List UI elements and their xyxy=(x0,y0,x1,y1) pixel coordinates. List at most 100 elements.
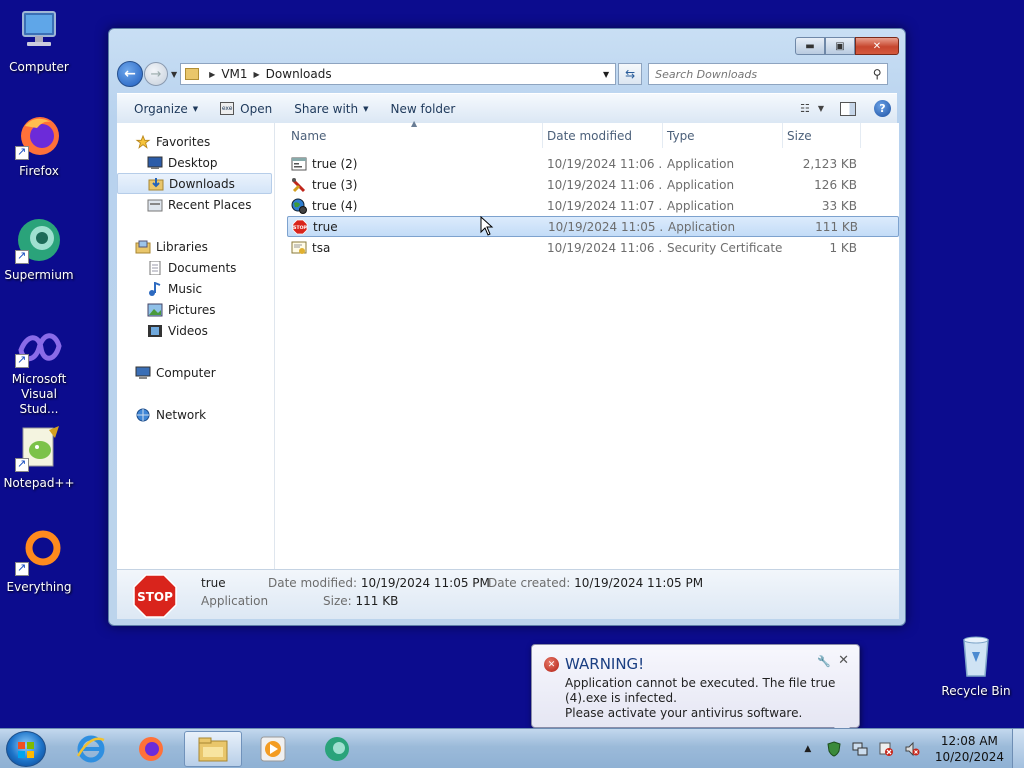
search-box[interactable]: ⚲ xyxy=(648,63,889,85)
recent-pages-dropdown[interactable]: ▼ xyxy=(171,70,177,79)
details-date-created: Date created: 10/19/2024 11:05 PM xyxy=(488,576,703,590)
star-icon xyxy=(135,134,151,149)
address-row: ← → ▼ ▶ VM1 ▶ Downloads ▼ ⇆ ⚲ xyxy=(117,61,897,87)
firefox-icon xyxy=(139,737,163,761)
column-header-date[interactable]: Date modified xyxy=(543,123,663,148)
mouse-cursor-icon xyxy=(480,216,494,236)
file-name: true (2) xyxy=(312,156,358,171)
desktop-icon-notepadpp[interactable]: Notepad++ xyxy=(0,424,78,491)
chevron-down-icon: ▼ xyxy=(192,104,199,113)
nav-documents[interactable]: Documents xyxy=(117,257,274,278)
breadcrumb-downloads[interactable]: Downloads xyxy=(266,67,332,81)
desktop-folder-icon xyxy=(147,156,163,169)
taskbar-internet-explorer[interactable] xyxy=(64,731,118,767)
refresh-button[interactable]: ⇆ xyxy=(618,63,643,85)
supermium-icon xyxy=(325,737,349,761)
share-with-label: Share with xyxy=(294,101,359,116)
nav-desktop[interactable]: Desktop xyxy=(117,152,274,173)
nav-computer[interactable]: Computer xyxy=(117,362,274,383)
file-date: 10/19/2024 11:05 ... xyxy=(548,219,664,234)
file-name: true (3) xyxy=(312,177,358,192)
change-view-icon[interactable]: ☷ ▼ xyxy=(800,102,824,116)
nav-favorites[interactable]: Favorites xyxy=(117,131,274,152)
notification-close-icon[interactable]: ✕ xyxy=(838,653,849,668)
tools-icon xyxy=(291,177,306,192)
desktop-icon-recycle-bin[interactable]: Recycle Bin xyxy=(936,632,1016,699)
details-pane: STOP true Application Date modified: 10/… xyxy=(117,569,899,619)
new-folder-label: New folder xyxy=(390,101,456,116)
desktop-icon-computer[interactable]: Computer xyxy=(0,8,78,75)
column-header-type[interactable]: Type xyxy=(663,123,783,148)
show-desktop-button[interactable] xyxy=(1012,729,1024,768)
help-icon[interactable]: ? xyxy=(874,100,891,117)
pictures-icon xyxy=(147,303,163,316)
address-dropdown-icon[interactable]: ▼ xyxy=(603,70,609,79)
desktop-icon-firefox[interactable]: Firefox xyxy=(0,112,78,179)
organize-label: Organize xyxy=(134,101,188,116)
nav-videos[interactable]: Videos xyxy=(117,320,274,341)
file-row[interactable]: true (2) 10/19/2024 11:06 ... Applicatio… xyxy=(287,153,899,174)
desktop-icon-supermium[interactable]: Supermium xyxy=(0,216,78,283)
globe-gear-icon xyxy=(291,198,307,214)
nav-label: Libraries xyxy=(156,239,208,254)
search-input[interactable] xyxy=(655,67,868,81)
action-center-error-icon[interactable] xyxy=(878,741,894,757)
file-row[interactable]: true (3) 10/19/2024 11:06 ... Applicatio… xyxy=(287,174,899,195)
taskbar-windows-explorer[interactable] xyxy=(184,731,242,767)
file-size: 33 KB xyxy=(821,198,857,213)
command-bar: Organize ▼ exe Open Share with ▼ New folder… xyxy=(117,93,897,123)
preview-pane-icon[interactable] xyxy=(840,101,856,116)
start-button[interactable] xyxy=(6,731,46,767)
breadcrumb-separator-icon[interactable]: ▶ xyxy=(209,70,215,79)
taskbar: ▲ 12:08 AM 10/20/2024 xyxy=(0,728,1024,768)
file-row-selected[interactable]: STOP true 10/19/2024 11:05 ... Applicati… xyxy=(287,216,899,237)
desktop-icon-label: Computer xyxy=(9,60,69,74)
column-header-size[interactable]: Size xyxy=(783,123,861,148)
maximize-button[interactable]: ▣ xyxy=(825,37,855,55)
close-button[interactable]: ✕ xyxy=(855,37,899,55)
search-icon[interactable]: ⚲ xyxy=(867,67,887,81)
nav-music[interactable]: Music xyxy=(117,278,274,299)
file-row[interactable]: true (4) 10/19/2024 11:07 ... Applicatio… xyxy=(287,195,899,216)
show-hidden-icons-icon[interactable]: ▲ xyxy=(800,741,816,757)
nav-recent-places[interactable]: Recent Places xyxy=(117,194,274,215)
desktop-icon-visual-studio[interactable]: Microsoft Visual Stud... xyxy=(0,328,78,417)
breadcrumb-separator-icon[interactable]: ▶ xyxy=(254,70,260,79)
clock[interactable]: 12:08 AM 10/20/2024 xyxy=(935,733,1004,765)
organize-button[interactable]: Organize ▼ xyxy=(123,94,209,123)
desktop-icon-label: Everything xyxy=(6,580,72,594)
clock-date: 10/20/2024 xyxy=(934,750,1004,764)
taskbar-supermium[interactable] xyxy=(310,731,364,767)
file-size: 111 KB xyxy=(815,219,858,234)
nav-downloads[interactable]: Downloads xyxy=(117,173,272,194)
open-label: Open xyxy=(240,101,273,116)
warning-notification[interactable]: ✕ WARNING! 🔧 ✕ Application cannot be exe… xyxy=(531,644,860,728)
minimize-button[interactable]: ▬ xyxy=(795,37,825,55)
nav-pictures[interactable]: Pictures xyxy=(117,299,274,320)
file-date: 10/19/2024 11:06 ... xyxy=(547,177,663,192)
back-button[interactable]: ← xyxy=(117,61,143,87)
nav-network[interactable]: Network xyxy=(117,404,274,425)
breadcrumb-vm1[interactable]: VM1 xyxy=(221,67,247,81)
open-app-icon: exe xyxy=(220,102,235,115)
nav-libraries[interactable]: Libraries xyxy=(117,236,274,257)
recent-places-icon xyxy=(147,199,163,211)
options-wrench-icon[interactable]: 🔧 xyxy=(817,655,831,668)
forward-button[interactable]: → xyxy=(144,62,168,86)
desktop-icon-everything[interactable]: Everything xyxy=(0,528,78,595)
address-bar[interactable]: ▶ VM1 ▶ Downloads ▼ xyxy=(180,63,617,85)
file-type: Application xyxy=(667,177,735,192)
open-button[interactable]: exe Open xyxy=(209,94,283,123)
nav-label: Favorites xyxy=(156,134,211,149)
taskbar-media-player[interactable] xyxy=(246,731,300,767)
network-icon[interactable] xyxy=(852,741,868,757)
file-row[interactable]: tsa 10/19/2024 11:06 ... Security Certif… xyxy=(287,237,899,258)
security-shield-icon[interactable] xyxy=(826,741,842,757)
file-date: 10/19/2024 11:06 ... xyxy=(547,156,663,171)
share-with-button[interactable]: Share with ▼ xyxy=(283,94,379,123)
taskbar-firefox[interactable] xyxy=(124,731,178,767)
new-folder-button[interactable]: New folder xyxy=(380,94,467,123)
libraries-icon xyxy=(135,240,151,253)
column-headers: ▲ Name Date modified Type Size xyxy=(287,119,899,149)
volume-muted-icon[interactable] xyxy=(904,741,920,757)
